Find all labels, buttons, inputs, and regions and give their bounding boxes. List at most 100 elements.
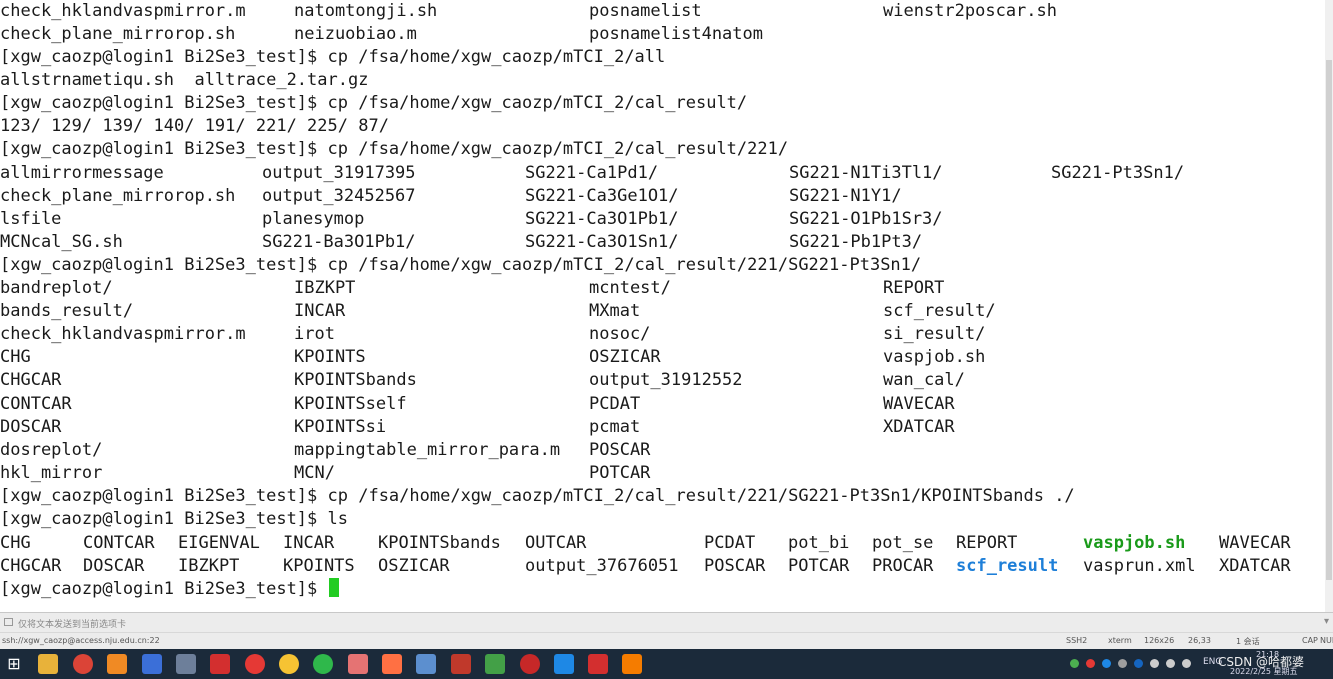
tray-mic-icon[interactable] [1118, 659, 1127, 668]
terminal-text: [xgw_caozp@login1 Bi2Se3_test]$ cp /fsa/… [0, 139, 789, 159]
terminal-text: vasprun.xml [1083, 556, 1196, 576]
terminal-text: bandreplot/ [0, 278, 113, 298]
app-icon-4[interactable] [382, 654, 402, 674]
terminal-text: KPOINTSbands [378, 533, 501, 553]
terminal-line: CHGCAR KPOINTSbands output_31912552 wan_cal… [0, 369, 1333, 392]
terminal-line: [xgw_caozp@login1 Bi2Se3_test]$ cp /fsa/… [0, 254, 1333, 277]
session-host: ssh://xgw_caozp@access.nju.edu.cn:22 [2, 636, 160, 645]
scrollbar-thumb[interactable] [1326, 60, 1332, 580]
terminal-line: bandreplot/IBZKPT mcntest/REPORT [0, 277, 1333, 300]
terminal-text: XDATCAR [1219, 556, 1291, 576]
terminal-text: MCN/ [294, 463, 335, 483]
cursor-position-label: 26,33 [1188, 636, 1211, 645]
chrome-icon[interactable] [73, 654, 93, 674]
terminal-text: OSZICAR [589, 347, 661, 367]
clock-date[interactable]: 2022/2/25 星期五 [1230, 666, 1298, 677]
terminal-text: [xgw_caozp@login1 Bi2Se3_test]$ cp /fsa/… [0, 486, 1075, 506]
terminal-text: bands_result/ [0, 301, 134, 321]
terminal-text: SG221-N1Ti3Tl1/ [789, 163, 943, 183]
terminal-line: bands_result/INCAR MXmat scf_result/ [0, 300, 1333, 323]
tray-wechat-icon[interactable] [1070, 659, 1079, 668]
terminal-text: SG221-Ca1Pd1/ [525, 163, 659, 183]
terminal-text: [xgw_caozp@login1 Bi2Se3_test]$ [0, 578, 339, 601]
terminal-text: si_result/ [883, 324, 986, 344]
app-icon-5[interactable] [416, 654, 436, 674]
app-icon-7[interactable] [554, 654, 574, 674]
terminal-text: CHG [0, 347, 31, 367]
terminal-text: allstrnametiqu.sh alltrace_2.tar.gz [0, 70, 369, 90]
terminal-text: POSCAR [704, 556, 766, 576]
terminal-text: mappingtable_mirror_para.m [294, 440, 561, 460]
terminal-text: CHG [0, 533, 31, 553]
terminal-line: [xgw_caozp@login1 Bi2Se3_test]$ cp /fsa/… [0, 485, 1333, 508]
wechat-icon[interactable] [313, 654, 333, 674]
netease-icon[interactable] [210, 654, 230, 674]
app-icon-6[interactable] [520, 654, 540, 674]
terminal-line: CONTCAR KPOINTSself PCDAT WAVECAR [0, 393, 1333, 416]
app-icon-3[interactable] [348, 654, 368, 674]
terminal-line: lsfile planesymop SG221-Ca3O1Pb1/SG221-O1P… [0, 208, 1333, 231]
terminal-line: check_plane_mirrorop.sh neizuobiao.m posna… [0, 23, 1333, 46]
sublime-icon[interactable] [107, 654, 127, 674]
terminal-window[interactable]: check_hklandvaspmirror.m natomtongji.sh po… [0, 0, 1333, 612]
terminal-text: pot_bi [788, 533, 850, 553]
command-input[interactable]: 仅将文本发送到当前选项卡 [18, 617, 126, 630]
terminal-text: lsfile [0, 209, 62, 229]
terminal-text: SG221-Ca3Ge1O1/ [525, 186, 679, 206]
tray-network-icon[interactable] [1166, 659, 1175, 668]
calculator-icon[interactable] [176, 654, 196, 674]
xshell-icon[interactable] [451, 654, 471, 674]
terminal-text: hkl_mirror [0, 463, 103, 483]
terminal-text: mcntest/ [589, 278, 671, 298]
terminal-text: POTCAR [589, 463, 651, 483]
executable-entry: vaspjob.sh [1083, 533, 1186, 553]
directory-entry: scf_result [956, 556, 1059, 576]
terminal-scrollbar[interactable] [1325, 0, 1333, 612]
tray-wifi-icon[interactable] [1150, 659, 1159, 668]
menu-icon[interactable] [4, 618, 13, 626]
terminal-text: KPOINTS [294, 347, 366, 367]
terminal-text: SG221-Ca3O1Sn1/ [525, 232, 679, 252]
terminal-line: check_hklandvaspmirror.m natomtongji.sh po… [0, 0, 1333, 23]
tray-bluetooth-icon[interactable] [1134, 659, 1143, 668]
tray-app-icon-2[interactable] [1102, 659, 1111, 668]
dropdown-icon[interactable]: ▾ [1324, 616, 1329, 627]
terminal-text: CONTCAR [83, 533, 155, 553]
terminal-text: [xgw_caozp@login1 Bi2Se3_test]$ cp /fsa/… [0, 47, 666, 67]
pdf-icon[interactable] [588, 654, 608, 674]
terminal-text: planesymop [262, 209, 365, 229]
terminal-text: WAVECAR [1219, 533, 1291, 553]
terminal-text: KPOINTS [283, 556, 355, 576]
tray-app-icon[interactable] [1086, 659, 1095, 668]
app-icon-1[interactable] [142, 654, 162, 674]
terminal-text: POSCAR [589, 440, 651, 460]
tray-volume-icon[interactable] [1182, 659, 1191, 668]
file-explorer-icon[interactable] [38, 654, 58, 674]
app-icon-2[interactable] [279, 654, 299, 674]
terminal-line: 123/ 129/ 139/ 140/ 191/ 221/ 225/ 87/ [0, 115, 1333, 138]
windows-start-icon[interactable]: ⊞ [4, 654, 24, 674]
xftp-icon[interactable] [485, 654, 505, 674]
terminal-text: SG221-Pb1Pt3/ [789, 232, 923, 252]
terminal-cursor [328, 578, 339, 597]
caps-indicator: CAP [1302, 636, 1318, 645]
protocol-label: SSH2 [1066, 636, 1088, 645]
terminal-line: [xgw_caozp@login1 Bi2Se3_test]$ ls [0, 508, 1333, 531]
terminal-line: CHG KPOINTS OSZICAR vaspjob.sh [0, 346, 1333, 369]
matlab-icon[interactable] [622, 654, 642, 674]
terminal-line: check_plane_mirrorop.sh output_32452567 SG… [0, 185, 1333, 208]
command-send-bar[interactable]: 仅将文本发送到当前选项卡 ▾ [0, 612, 1333, 633]
terminal-line: allstrnametiqu.sh alltrace_2.tar.gz [0, 69, 1333, 92]
terminal-text: SG221-N1Y1/ [789, 186, 902, 206]
terminal-text: neizuobiao.m [294, 24, 417, 44]
terminal-text: SG221-Pt3Sn1/ [1051, 163, 1185, 183]
clock-time[interactable]: 21:18 [1256, 650, 1279, 659]
terminal-line: dosreplot/mappingtable_mirror_para.m POSC… [0, 439, 1333, 462]
terminal-text: output_31917395 [262, 163, 416, 183]
music-icon[interactable] [245, 654, 265, 674]
terminal-text: pcmat [589, 417, 641, 437]
terminal-text: CHGCAR [0, 556, 62, 576]
terminal-text: [xgw_caozp@login1 Bi2Se3_test]$ cp /fsa/… [0, 255, 922, 275]
terminal-text: IBZKPT [178, 556, 240, 576]
terminal-text: posnamelist [589, 1, 702, 21]
